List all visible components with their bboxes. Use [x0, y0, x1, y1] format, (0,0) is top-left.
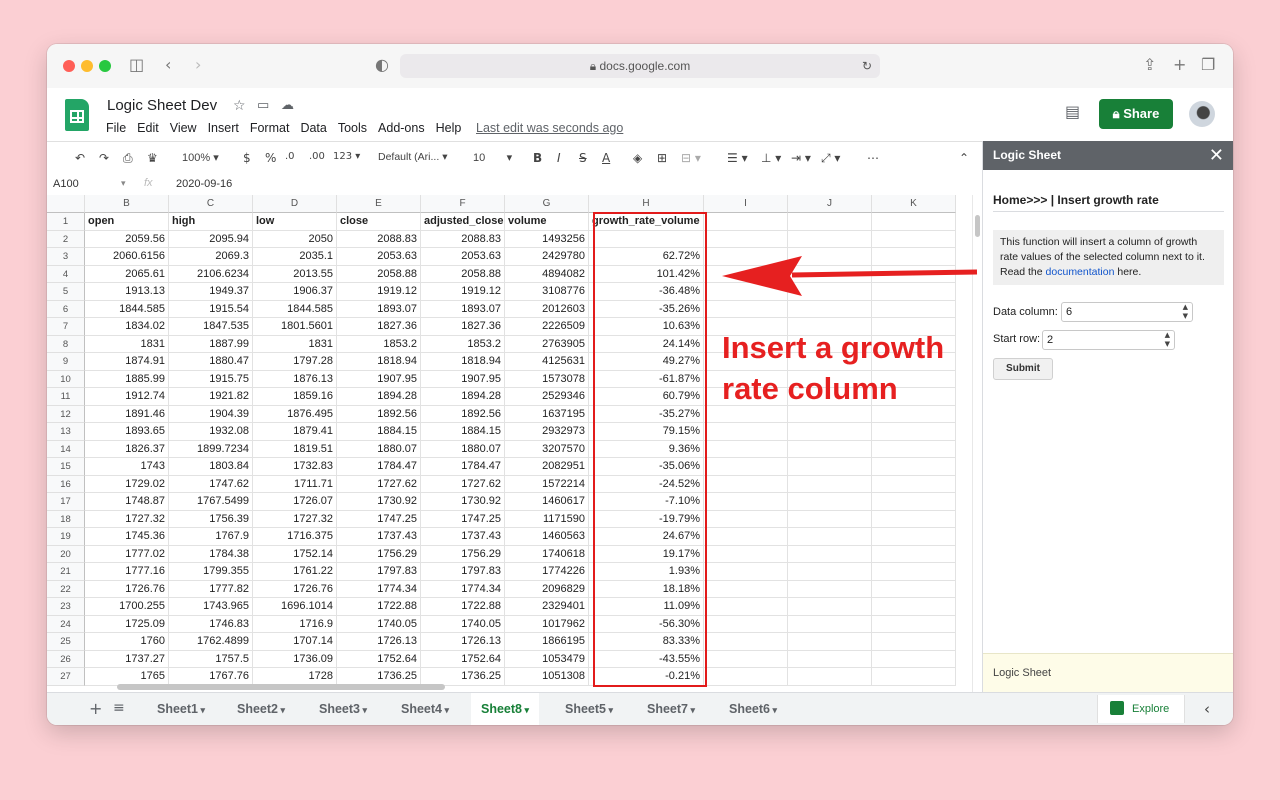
- annotation-line-1: Insert a growth: [722, 330, 945, 365]
- annotation-line-2: rate column: [722, 371, 898, 406]
- arrow-head: [722, 256, 802, 296]
- arrow-shaft: [791, 269, 978, 278]
- annotation-callout: Insert a growth rate column: [722, 327, 944, 409]
- annotation-overlay: [722, 256, 978, 296]
